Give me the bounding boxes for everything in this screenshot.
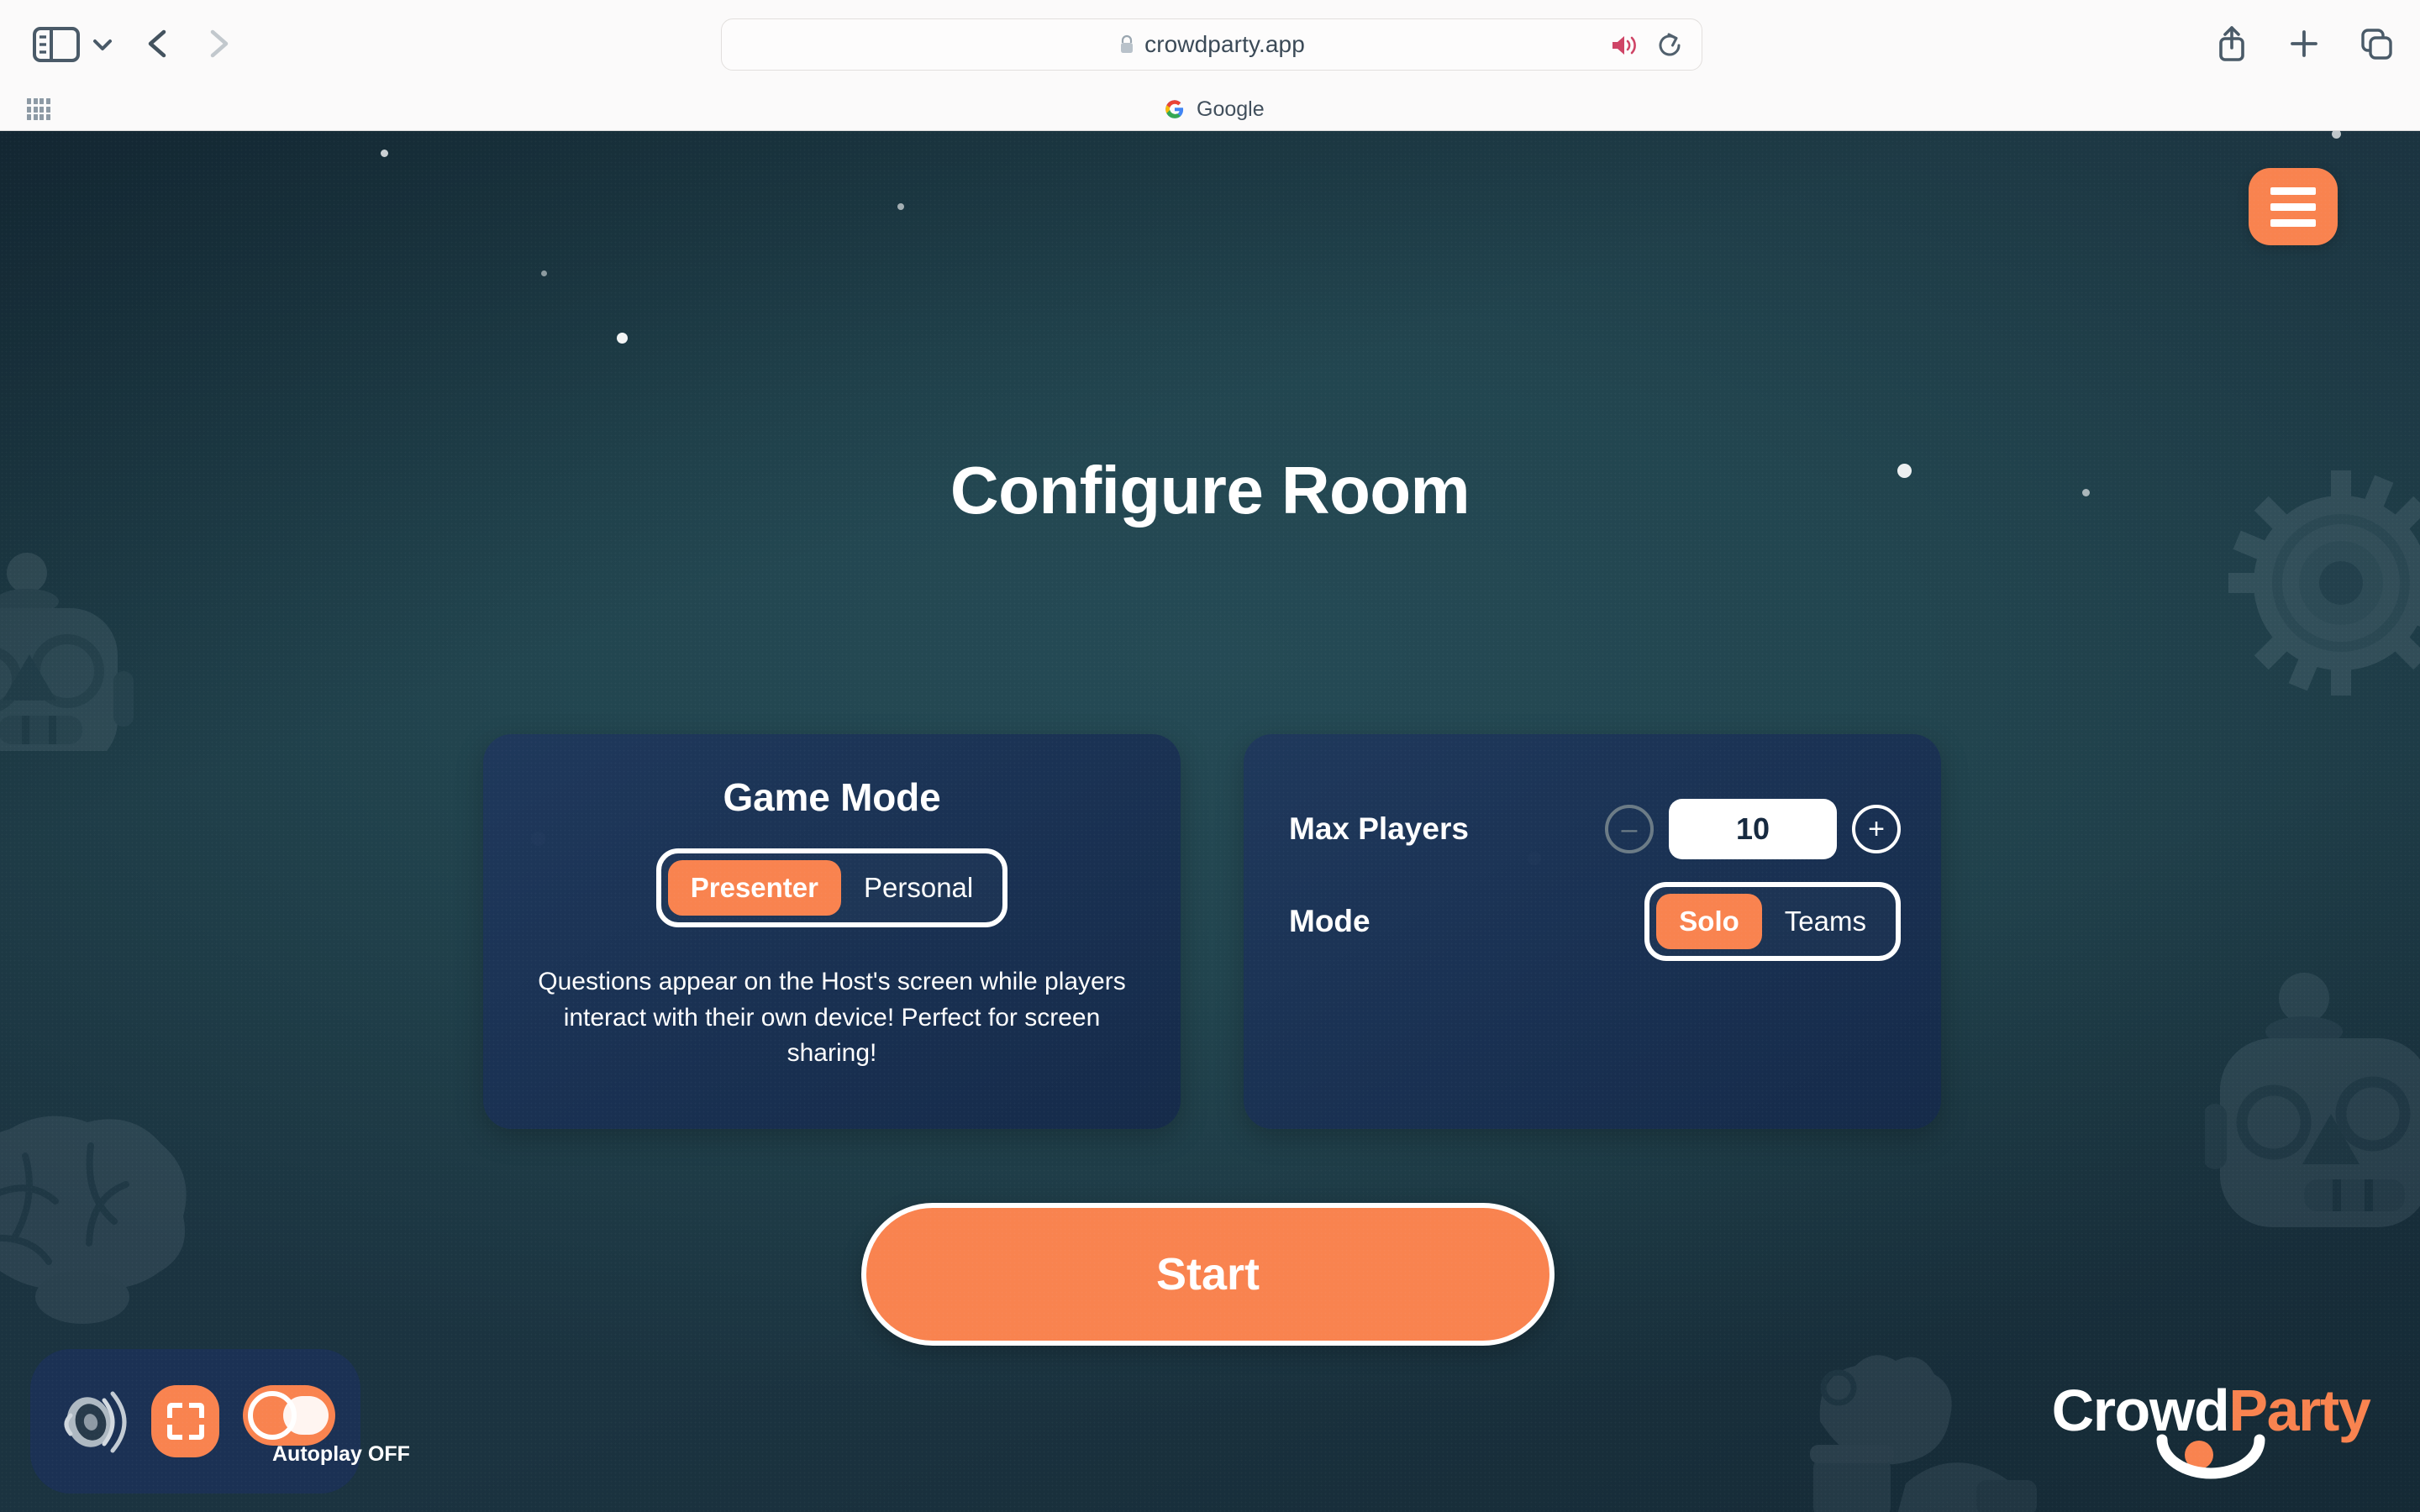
robot-head-right-icon <box>2205 954 2420 1231</box>
brain-bottom-left-icon <box>0 1097 210 1349</box>
fullscreen-button[interactable] <box>151 1385 219 1457</box>
address-bar-actions <box>1609 19 1683 71</box>
app-page: Configure Room Game Mode Presenter Perso… <box>0 131 2420 1512</box>
toggle-track-fill <box>283 1396 329 1435</box>
sidebar-toggle-icon[interactable] <box>32 25 81 64</box>
brand-part-party: Party <box>2228 1378 2371 1443</box>
google-icon <box>1165 100 1184 118</box>
speaker-playing-icon[interactable] <box>1609 33 1639 58</box>
chevron-left-icon[interactable] <box>139 24 179 64</box>
game-mode-card: Game Mode Presenter Personal Questions a… <box>483 734 1181 1129</box>
apps-grid-icon[interactable] <box>27 98 50 120</box>
max-players-row: Max Players – 10 + <box>1289 783 1901 875</box>
max-players-label: Max Players <box>1289 811 1469 846</box>
browser-toolbar-right <box>2213 22 2395 66</box>
favorite-label: Google <box>1197 97 1265 121</box>
star-dot <box>897 203 904 210</box>
fullscreen-icon <box>166 1403 204 1440</box>
mode-segmented-control[interactable]: Solo Teams <box>1644 882 1901 961</box>
share-icon[interactable] <box>2213 24 2250 64</box>
browser-toolbar: crowdparty.app <box>0 0 2420 87</box>
mode-label: Mode <box>1289 904 1370 938</box>
game-mode-description: Questions appear on the Host's screen wh… <box>538 968 1126 1068</box>
brand-wordmark: Crowd Party <box>2030 1381 2391 1440</box>
favorites-bar: Google <box>0 87 2420 130</box>
hamburger-menu-icon[interactable] <box>2249 168 2338 245</box>
speaker-3d-icon[interactable] <box>55 1385 128 1457</box>
star-dot <box>617 333 628 344</box>
game-mode-option-personal[interactable]: Personal <box>841 860 996 916</box>
room-settings-rows: Max Players – 10 + Mode Solo Teams <box>1244 734 1941 968</box>
max-players-value[interactable]: 10 <box>1669 799 1837 859</box>
max-players-increment-button[interactable]: + <box>1852 805 1901 853</box>
address-bar-url: crowdparty.app <box>1144 31 1305 57</box>
game-mode-title: Game Mode <box>723 775 941 819</box>
chevron-down-icon[interactable] <box>89 34 116 55</box>
lock-icon <box>1121 34 1134 53</box>
reload-icon[interactable] <box>1656 31 1683 60</box>
browser-chrome: crowdparty.app Google <box>0 0 2420 131</box>
game-mode-option-presenter[interactable]: Presenter <box>667 860 841 916</box>
game-mode-segment-wrap: Presenter Personal <box>483 848 1181 927</box>
brand-part-crowd: Crowd <box>2051 1378 2230 1443</box>
autoplay-label: Autoplay OFF <box>272 1442 410 1466</box>
mode-row: Mode Solo Teams <box>1289 875 1901 968</box>
star-dot <box>541 270 547 276</box>
brand-logo: Crowd Party <box>2030 1381 2391 1483</box>
tab-overview-icon[interactable] <box>2358 24 2395 64</box>
robot-hand-bottom-icon <box>1773 1327 2059 1512</box>
address-bar-content: crowdparty.app <box>1118 31 1305 58</box>
mode-option-solo[interactable]: Solo <box>1656 894 1762 949</box>
page-title: Configure Room <box>950 453 1470 528</box>
start-button[interactable]: Start <box>861 1203 1555 1346</box>
game-mode-segmented-control[interactable]: Presenter Personal <box>655 848 1008 927</box>
star-dot <box>2332 131 2341 139</box>
max-players-decrement-button[interactable]: – <box>1605 805 1654 853</box>
chevron-right-icon[interactable] <box>197 24 238 64</box>
favorite-google[interactable]: Google <box>1162 94 1265 124</box>
toggle-off-icon <box>243 1385 335 1446</box>
address-bar[interactable]: crowdparty.app <box>721 18 1702 71</box>
mode-option-teams[interactable]: Teams <box>1762 894 1889 949</box>
room-settings-card: Max Players – 10 + Mode Solo Teams <box>1244 734 1941 1129</box>
plus-icon[interactable] <box>2286 24 2323 64</box>
config-cards: Game Mode Presenter Personal Questions a… <box>483 734 1941 1129</box>
media-control-bar: Autoplay OFF <box>30 1349 410 1494</box>
max-players-stepper: – 10 + <box>1605 799 1901 859</box>
star-dot <box>381 150 388 157</box>
